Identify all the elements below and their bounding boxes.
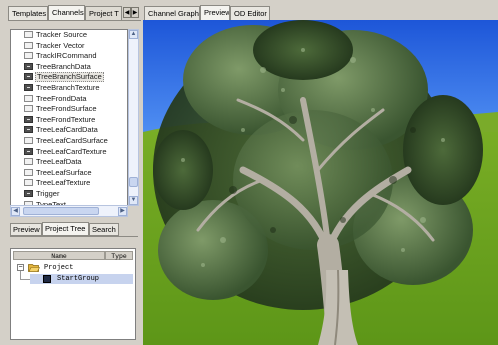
vertical-scroll-thumb[interactable] (129, 177, 138, 187)
channel-list-item-label: TrackIRCommand (36, 51, 97, 61)
channel-list-item-label: Trigger (36, 189, 60, 198)
folder-open-icon (28, 264, 40, 272)
channel-list-item[interactable]: TreeLeafTexture (11, 178, 127, 188)
channel-type-dark-icon (24, 115, 33, 123)
channel-list-item[interactable]: TreeBranchSurface (11, 72, 127, 83)
channel-list-item[interactable]: TreeLeafCardSurface (11, 136, 127, 146)
channel-list-item-label: TreeLeafTexture (36, 178, 91, 188)
tab-od-editor[interactable]: OD Editor (230, 6, 270, 20)
channel-list-item[interactable]: Tracker Vector (11, 40, 127, 51)
channel-list-item[interactable]: Tracker Source (11, 30, 127, 40)
scroll-right-icon[interactable]: ▶ (118, 207, 127, 216)
channel-type-dark-icon (24, 73, 33, 81)
tree-node-project[interactable]: Project (44, 264, 73, 273)
channel-list-item-label: TreeLeafCardTexture (36, 146, 107, 156)
channel-list-item-label: Tracker Source (36, 30, 87, 39)
channel-list-item[interactable]: TreeFrondTexture (11, 114, 127, 125)
channel-list-item[interactable]: TreeLeafData (11, 157, 127, 167)
channel-type-dark-icon (24, 147, 33, 155)
channel-list-item-label: TreeLeafCardSurface (36, 136, 108, 145)
channel-type-light-icon (24, 94, 33, 102)
channel-list-item[interactable]: TreeBranchData (11, 61, 127, 72)
channel-list-item-label: TreeFrondTexture (36, 114, 96, 124)
channel-type-dark-icon (24, 126, 33, 134)
channel-list-item[interactable]: TreeLeafSurface (11, 167, 127, 178)
channel-list-item-label: TreeFrondSurface (36, 104, 97, 114)
channel-type-light-icon (24, 31, 33, 38)
channel-list-item[interactable]: TreeBranchTexture (11, 83, 127, 93)
channel-list-item-label: TreeBranchSurface (35, 72, 104, 83)
channel-list-item-label: TreeLeafSurface (36, 167, 92, 177)
bottom-tab-divider (10, 236, 138, 237)
tree-preview-render (143, 20, 498, 345)
channel-list-item-label: TreeLeafData (36, 157, 82, 167)
channel-list-item[interactable]: TreeFrondData (11, 93, 127, 104)
channel-list-item-label: TreeFrondData (36, 93, 87, 103)
channel-type-dark-icon (24, 190, 33, 197)
channel-type-light-icon (24, 41, 33, 49)
channel-type-light-icon (24, 158, 33, 166)
scroll-up-icon[interactable]: ▲ (129, 30, 138, 39)
channel-list-item-label: TreeBranchData (36, 61, 91, 71)
column-header-name[interactable]: Name (13, 251, 105, 260)
tab-project-tree[interactable]: Project Tree (42, 222, 89, 236)
tab-strip-divider (8, 20, 141, 21)
channel-list-item[interactable]: TrackIRCommand (11, 51, 127, 61)
channel-list[interactable]: Tracker Source Tracker Vector TrackIRComma… (10, 29, 128, 206)
channel-type-light-icon (24, 52, 33, 60)
channel-type-dark-icon (24, 62, 33, 70)
collapse-toggle-icon[interactable]: − (17, 264, 24, 271)
scroll-left-icon[interactable]: ◀ (11, 207, 20, 216)
channel-type-light-icon (24, 137, 33, 144)
tab-search[interactable]: Search (89, 223, 119, 236)
channel-type-light-icon (24, 179, 33, 187)
channel-list-vertical-scrollbar[interactable]: ▲ ▼ (128, 29, 139, 206)
channel-type-light-icon (24, 105, 33, 113)
tree-connector-line-horizontal (20, 279, 30, 280)
channel-list-horizontal-scrollbar[interactable]: ◀ ▶ (10, 205, 128, 217)
tab-templates[interactable]: Templates (8, 6, 48, 20)
tab-project-tree-top[interactable]: Project T (85, 6, 122, 20)
channel-list-item-label: TreeLeafCardData (36, 125, 98, 135)
channel-type-dark-icon (24, 84, 33, 91)
group-icon (43, 275, 51, 283)
tab-channels[interactable]: Channels (48, 5, 85, 21)
preview-viewport[interactable] (143, 20, 498, 345)
column-header-type[interactable]: Type (105, 251, 133, 260)
tree-node-startgroup[interactable]: StartGroup (57, 275, 99, 284)
tab-scroll-left-icon[interactable]: ◀ (123, 7, 131, 18)
channel-list-item-label: TreeBranchTexture (36, 83, 100, 92)
channel-list-item[interactable]: TreeFrondSurface (11, 104, 127, 114)
scroll-down-icon[interactable]: ▼ (129, 196, 138, 205)
channel-list-item[interactable]: TreeLeafCardTexture (11, 146, 127, 157)
channel-list-item[interactable]: Trigger (11, 189, 127, 199)
project-tree-panel[interactable] (10, 248, 136, 340)
tab-scroll-right-icon[interactable]: ▶ (131, 7, 139, 18)
tab-preview-bottom[interactable]: Preview (10, 223, 42, 236)
channel-list-item[interactable]: TreeLeafCardData (11, 125, 127, 135)
tab-channel-graph[interactable]: Channel Graph (144, 6, 200, 20)
tab-preview[interactable]: Preview (200, 5, 230, 21)
horizontal-scroll-thumb[interactable] (23, 207, 99, 215)
channel-list-item-label: Tracker Vector (36, 40, 85, 50)
channel-type-light-icon (24, 168, 33, 176)
